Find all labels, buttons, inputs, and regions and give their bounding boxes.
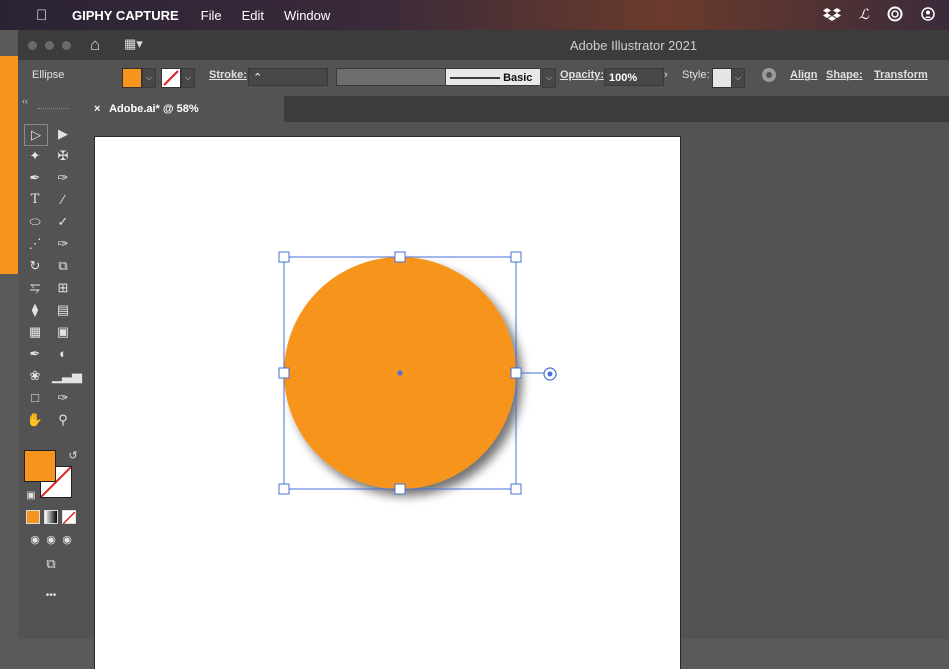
artwork-layer <box>278 251 557 495</box>
dropbox-icon[interactable] <box>822 7 841 24</box>
user-icon[interactable] <box>921 6 935 24</box>
fill-swatch-large[interactable] <box>24 450 56 482</box>
pie-widget-dot <box>547 371 553 377</box>
creative-cloud-icon[interactable]: ℒ <box>859 7 869 23</box>
mac-menubar:  GIPHY CAPTURE File Edit Window ℒ <box>0 0 949 30</box>
menubar-status-icons: ℒ <box>822 0 935 30</box>
center-point <box>397 370 403 376</box>
desktop-background-left <box>0 56 18 274</box>
apple-icon[interactable]:  <box>36 7 54 24</box>
menu-window[interactable]: Window <box>284 8 330 23</box>
activity-icon[interactable] <box>887 6 903 25</box>
illustrator-window: ⌂ ▦▾ Adobe Illustrator 2021 Ellipse ⌵ ⌵ … <box>18 30 949 669</box>
menu-edit[interactable]: Edit <box>242 8 264 23</box>
menu-file[interactable]: File <box>201 8 222 23</box>
menubar-app-name[interactable]: GIPHY CAPTURE <box>72 8 179 23</box>
